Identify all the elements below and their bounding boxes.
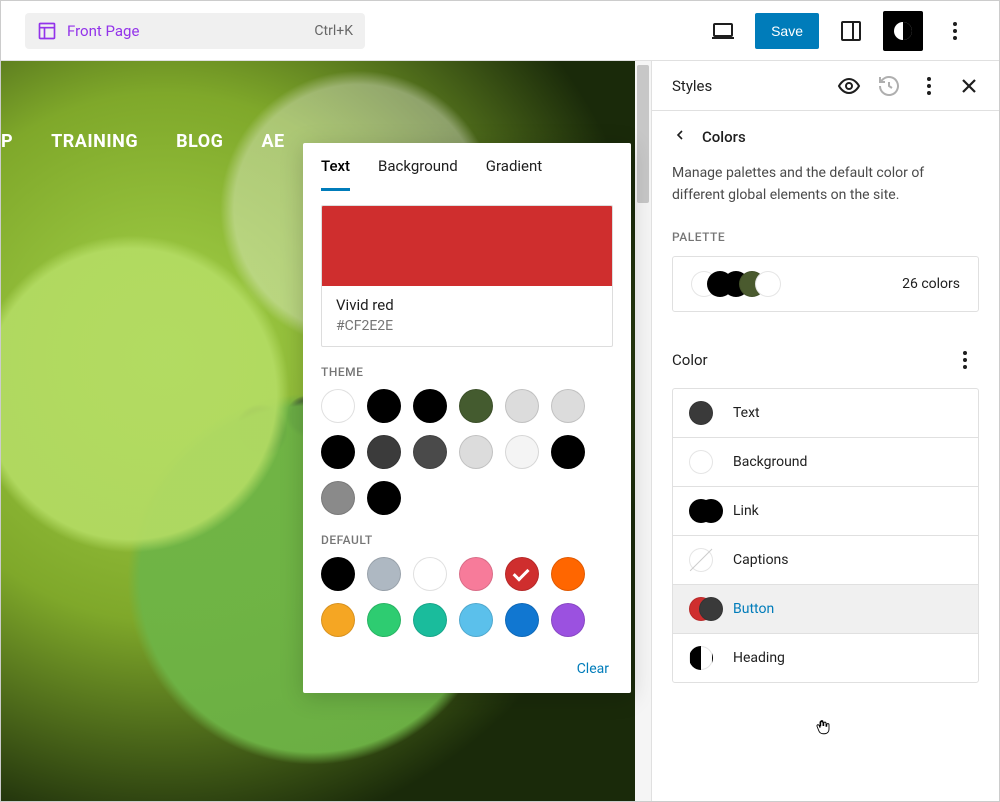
default-swatch[interactable] <box>367 557 401 591</box>
theme-swatch[interactable] <box>505 389 539 423</box>
palette-dot <box>755 271 781 297</box>
theme-swatch[interactable] <box>321 435 355 469</box>
color-row-background[interactable]: Background <box>673 437 978 486</box>
sidebar-more-button[interactable] <box>909 66 949 106</box>
shortcut-hint: Ctrl+K <box>314 23 353 39</box>
back-icon[interactable] <box>672 127 688 147</box>
theme-section-label: THEME <box>321 365 613 379</box>
breadcrumb[interactable]: Colors <box>652 111 999 163</box>
current-swatch-preview: Vivid red #CF2E2E <box>321 205 613 347</box>
color-row-label: Heading <box>733 650 785 666</box>
color-indicator <box>689 597 719 621</box>
scrollbar-thumb[interactable] <box>637 65 649 203</box>
default-swatch[interactable] <box>413 557 447 591</box>
color-tabs: Text Background Gradient <box>303 143 631 191</box>
tab-gradient[interactable]: Gradient <box>486 157 542 191</box>
breadcrumb-label: Colors <box>702 128 746 146</box>
sidebar-toggle-button[interactable] <box>831 11 871 51</box>
default-swatch[interactable] <box>321 557 355 591</box>
editor-canvas[interactable]: P TRAINING BLOG AE Text Background Gradi… <box>1 61 651 801</box>
sidebar-header: Styles <box>652 61 999 111</box>
color-indicator <box>689 499 719 523</box>
viewport-button[interactable] <box>703 11 743 51</box>
palette-preview-dots <box>691 271 781 297</box>
color-row-label: Text <box>733 405 760 421</box>
more-menu-button[interactable] <box>935 11 975 51</box>
theme-swatch[interactable] <box>459 389 493 423</box>
theme-swatch[interactable] <box>505 435 539 469</box>
default-swatch[interactable] <box>505 603 539 637</box>
color-indicator <box>689 646 719 670</box>
theme-swatch[interactable] <box>413 389 447 423</box>
default-swatch[interactable] <box>505 557 539 591</box>
clear-link[interactable]: Clear <box>577 661 609 677</box>
theme-swatch[interactable] <box>321 389 355 423</box>
color-row-text[interactable]: Text <box>673 389 978 437</box>
default-swatches <box>303 557 631 637</box>
theme-swatches <box>303 389 631 515</box>
sidebar-title: Styles <box>672 77 829 95</box>
theme-swatch[interactable] <box>459 435 493 469</box>
theme-swatch[interactable] <box>367 389 401 423</box>
theme-swatch[interactable] <box>367 435 401 469</box>
site-nav: P TRAINING BLOG AE <box>1 131 285 152</box>
color-more-button[interactable] <box>951 346 979 374</box>
close-sidebar-button[interactable] <box>949 66 989 106</box>
page-select[interactable]: Front Page Ctrl+K <box>25 13 365 49</box>
color-heading: Color <box>672 351 708 369</box>
panel-description: Manage palettes and the default color of… <box>652 163 999 206</box>
swatch-name: Vivid red <box>336 296 598 314</box>
theme-swatch[interactable] <box>413 435 447 469</box>
default-swatch[interactable] <box>459 557 493 591</box>
default-swatch[interactable] <box>459 603 493 637</box>
canvas-scrollbar[interactable] <box>635 61 651 801</box>
theme-swatch[interactable] <box>551 389 585 423</box>
color-indicator <box>689 401 719 425</box>
color-row-button[interactable]: Button <box>673 584 978 633</box>
revisions-button[interactable] <box>869 66 909 106</box>
color-row-captions[interactable]: Captions <box>673 535 978 584</box>
palette-card[interactable]: 26 colors <box>672 256 979 312</box>
palette-label: PALETTE <box>672 230 979 244</box>
color-row-label: Captions <box>733 552 789 568</box>
palette-count: 26 colors <box>902 276 960 292</box>
color-row-heading[interactable]: Heading <box>673 633 978 682</box>
color-indicator <box>689 548 719 572</box>
default-section-label: DEFAULT <box>321 533 613 547</box>
top-toolbar: Front Page Ctrl+K Save <box>1 1 999 61</box>
stylebook-button[interactable] <box>829 66 869 106</box>
theme-swatch[interactable] <box>551 435 585 469</box>
styles-button[interactable] <box>883 11 923 51</box>
color-element-list: Text Background Link Captions Button Heading <box>672 388 979 683</box>
tab-background[interactable]: Background <box>378 157 458 191</box>
theme-swatch[interactable] <box>321 481 355 515</box>
default-swatch[interactable] <box>551 557 585 591</box>
default-swatch[interactable] <box>367 603 401 637</box>
styles-sidebar: Styles Colors Manage palettes and the de… <box>651 61 999 801</box>
color-row-label: Background <box>733 454 807 470</box>
page-name: Front Page <box>67 22 139 40</box>
tab-text[interactable]: Text <box>321 157 350 191</box>
swatch-hex: #CF2E2E <box>336 318 598 334</box>
color-row-label: Button <box>733 601 774 617</box>
color-indicator <box>689 450 719 474</box>
color-row-link[interactable]: Link <box>673 486 978 535</box>
save-button[interactable]: Save <box>755 13 819 49</box>
color-row-label: Link <box>733 503 759 519</box>
default-swatch[interactable] <box>413 603 447 637</box>
default-swatch[interactable] <box>321 603 355 637</box>
swatch-color-block <box>322 206 612 286</box>
layout-icon <box>37 21 57 41</box>
theme-swatch[interactable] <box>367 481 401 515</box>
color-picker-popover: Text Background Gradient Vivid red #CF2E… <box>303 143 631 693</box>
default-swatch[interactable] <box>551 603 585 637</box>
